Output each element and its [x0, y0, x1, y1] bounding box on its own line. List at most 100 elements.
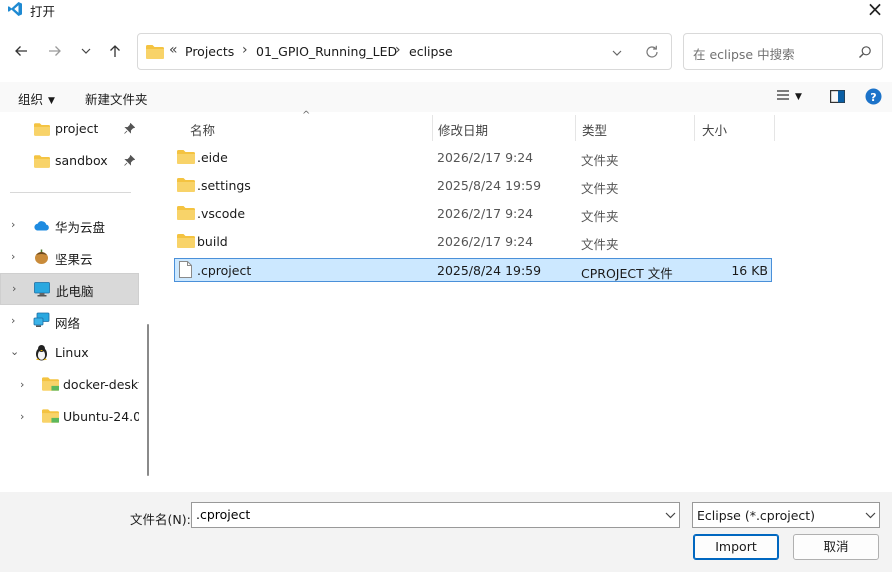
address-segment-projects[interactable]: Projects [185, 44, 234, 59]
address-separator: › [395, 42, 401, 58]
filename-input[interactable] [196, 507, 656, 522]
chevron-down-icon[interactable] [665, 511, 676, 520]
column-separator[interactable] [694, 115, 695, 141]
search-box[interactable]: 在 eclipse 中搜索 [683, 33, 883, 70]
file-type: 文件夹 [581, 181, 619, 196]
caret-down-icon: ▼ [795, 92, 802, 102]
refresh-icon[interactable] [644, 44, 660, 60]
file-name: .eide [197, 150, 228, 165]
file-name: .settings [197, 178, 251, 193]
cloud-icon [34, 221, 49, 231]
chevron-right-icon[interactable]: › [11, 314, 15, 327]
sidebar-item-label: Linux [55, 345, 89, 360]
column-header-date[interactable]: 修改日期 [438, 120, 488, 139]
sidebar-item-label: project [55, 121, 99, 136]
file-row[interactable]: build 2026/2/17 9:24 文件夹 [174, 230, 772, 254]
new-folder-button[interactable]: 新建文件夹 [85, 89, 148, 108]
column-header-size[interactable]: 大小 [702, 120, 727, 139]
folder-icon [177, 234, 195, 248]
sidebar-scrollbar[interactable] [147, 324, 149, 476]
address-overflow[interactable]: « [169, 42, 178, 58]
sidebar-item-linux[interactable]: ⌄ Linux [0, 338, 139, 368]
back-button[interactable] [10, 40, 32, 62]
file-date: 2025/8/24 19:59 [437, 263, 542, 278]
chevron-down-icon[interactable] [611, 47, 623, 59]
sidebar-item-label: sandbox [55, 153, 108, 168]
chevron-right-icon[interactable]: › [20, 410, 24, 423]
organize-button[interactable]: 组织 ▼ [18, 89, 55, 108]
file-row[interactable]: .eide 2026/2/17 9:24 文件夹 [174, 146, 772, 170]
title-bar: 打开 × [0, 0, 892, 21]
address-segment-gpio[interactable]: 01_GPIO_Running_LED [256, 44, 397, 59]
sort-ascending-icon: ^ [302, 110, 311, 121]
sidebar-item-network[interactable]: › 网络 [0, 306, 139, 336]
column-separator[interactable] [774, 115, 775, 141]
folder-icon [42, 377, 59, 391]
file-name: .cproject [197, 263, 252, 278]
file-row-selected[interactable]: .cproject 2025/8/24 19:59 CPROJECT 文件 16… [174, 258, 772, 282]
column-header-type[interactable]: 类型 [582, 120, 607, 139]
chevron-right-icon[interactable]: › [11, 250, 15, 263]
file-row[interactable]: .settings 2025/8/24 19:59 文件夹 [174, 174, 772, 198]
sidebar-item-label: 网络 [55, 316, 81, 331]
address-bar[interactable]: « Projects › 01_GPIO_Running_LED › eclip… [137, 33, 672, 70]
cancel-button[interactable]: 取消 [793, 534, 879, 560]
up-button[interactable] [104, 40, 126, 62]
file-row[interactable]: .vscode 2026/2/17 9:24 文件夹 [174, 202, 772, 226]
sidebar-item-huawei-cloud[interactable]: › 华为云盘 [0, 210, 139, 240]
chevron-right-icon[interactable]: › [20, 378, 24, 391]
preview-pane-icon[interactable] [830, 90, 845, 103]
file-type-filter[interactable]: Eclipse (*.cproject) [692, 502, 880, 528]
chevron-down-icon[interactable]: ⌄ [10, 345, 19, 358]
file-type: 文件夹 [581, 209, 619, 224]
chevron-right-icon[interactable]: › [11, 218, 15, 231]
folder-icon [177, 178, 195, 192]
folder-icon [146, 45, 164, 59]
navigation-pane: project sandbox › 华为云盘 › 坚果云 › 此电脑 › 网络 … [0, 112, 152, 492]
file-date: 2026/2/17 9:24 [437, 234, 534, 249]
dialog-footer: 文件名(N): Eclipse (*.cproject) Import 取消 [0, 492, 892, 572]
vscode-app-icon [8, 2, 22, 16]
file-type-filter-value: Eclipse (*.cproject) [697, 508, 816, 523]
forward-button[interactable] [44, 40, 66, 62]
nut-icon [35, 249, 48, 264]
folder-icon [34, 155, 50, 168]
sidebar-item-label: Ubuntu-24.04 [63, 409, 139, 424]
help-icon[interactable]: ? [865, 88, 882, 105]
chevron-right-icon[interactable]: › [12, 282, 16, 295]
column-separator[interactable] [575, 115, 576, 141]
arrow-up-icon [110, 45, 120, 57]
recent-locations-button[interactable] [75, 40, 97, 62]
folder-icon [177, 150, 195, 164]
column-header-name[interactable]: 名称 [190, 120, 215, 139]
folder-icon [42, 409, 59, 423]
caret-down-icon: ▼ [48, 96, 55, 106]
filename-label: 文件名(N): [130, 512, 191, 527]
pin-icon [124, 123, 135, 134]
folder-icon [34, 123, 50, 136]
network-icon [33, 312, 50, 327]
sidebar-item-label: 华为云盘 [55, 220, 106, 235]
sidebar-item-ubuntu[interactable]: › Ubuntu-24.04 [0, 402, 139, 432]
file-date: 2025/8/24 19:59 [437, 178, 542, 193]
column-separator[interactable] [432, 115, 433, 141]
sidebar-item-label: 坚果云 [55, 252, 93, 267]
file-name: .vscode [197, 206, 246, 221]
sidebar-item-docker-desktop[interactable]: › docker-deskt [0, 370, 139, 400]
organize-label: 组织 [18, 92, 44, 107]
close-button[interactable]: × [864, 0, 886, 21]
search-input[interactable]: 在 eclipse 中搜索 [693, 44, 795, 63]
import-button[interactable]: Import [693, 534, 779, 560]
sidebar-item-jianguoyun[interactable]: › 坚果云 [0, 242, 139, 272]
sidebar-item-this-pc[interactable]: › 此电脑 [0, 273, 139, 305]
document-icon [179, 261, 192, 278]
search-icon [859, 46, 871, 58]
address-segment-eclipse[interactable]: eclipse [409, 44, 453, 59]
view-options-button[interactable]: ▼ [776, 88, 802, 103]
file-date: 2026/2/17 9:24 [437, 206, 534, 221]
sidebar-divider [10, 192, 131, 193]
filename-combobox[interactable] [191, 502, 680, 528]
sidebar-item-label: docker-deskt [63, 377, 139, 392]
sidebar-item-project[interactable]: project [0, 114, 139, 144]
sidebar-item-sandbox[interactable]: sandbox [0, 146, 139, 176]
